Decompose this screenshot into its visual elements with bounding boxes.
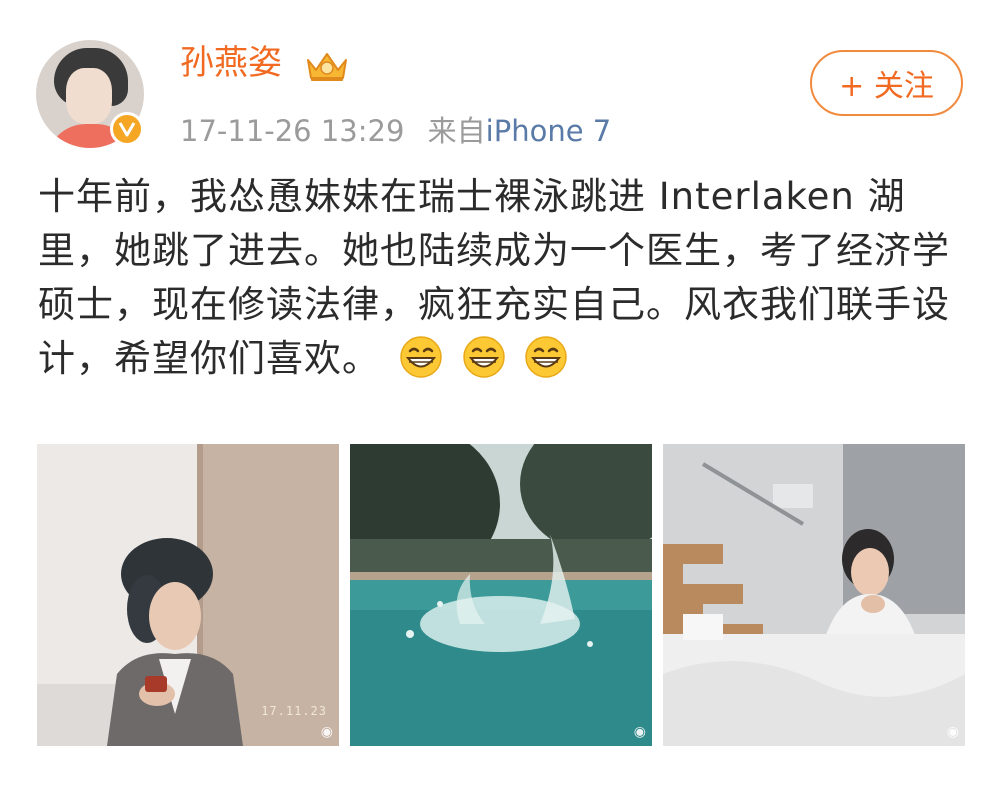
source-device-link[interactable]: iPhone 7 (486, 114, 612, 148)
grin-emoji-icon (462, 336, 505, 378)
photo-grid: 17.11.23 ◉ ◉ ◉ (37, 444, 965, 746)
grin-emoji-icon (525, 336, 568, 378)
weibo-watermark-icon: ◉ (320, 724, 333, 740)
follow-button[interactable]: + 关注 (810, 50, 963, 116)
grin-emoji-icon (400, 336, 442, 378)
verified-icon (110, 112, 144, 146)
post-content: 十年前，我怂恿妹妹在瑞士裸泳跳进 Interlaken 湖里，她跳了进去。她也陆… (38, 170, 968, 386)
pool-splash-photo[interactable]: ◉ (350, 444, 652, 746)
post-timestamp: 17-11-26 13:29 (180, 114, 405, 148)
weibo-post: 孙燕姿 17-11-26 13:29 来自iPhone 7 + 关注 十年前，我… (0, 0, 1000, 789)
username[interactable]: 孙燕姿 (180, 46, 282, 80)
post-meta: 17-11-26 13:29 来自iPhone 7 (180, 108, 611, 150)
photo-date-stamp: 17.11.23 (261, 704, 327, 718)
woman-in-bed-photo[interactable]: ◉ (663, 444, 965, 746)
avatar-face (66, 68, 112, 124)
woman-with-towel-photo[interactable]: 17.11.23 ◉ (37, 444, 339, 746)
weibo-watermark-icon: ◉ (633, 724, 646, 740)
weibo-watermark-icon: ◉ (946, 724, 959, 740)
crown-icon (307, 53, 347, 81)
source-prefix: 来自 (427, 114, 486, 148)
